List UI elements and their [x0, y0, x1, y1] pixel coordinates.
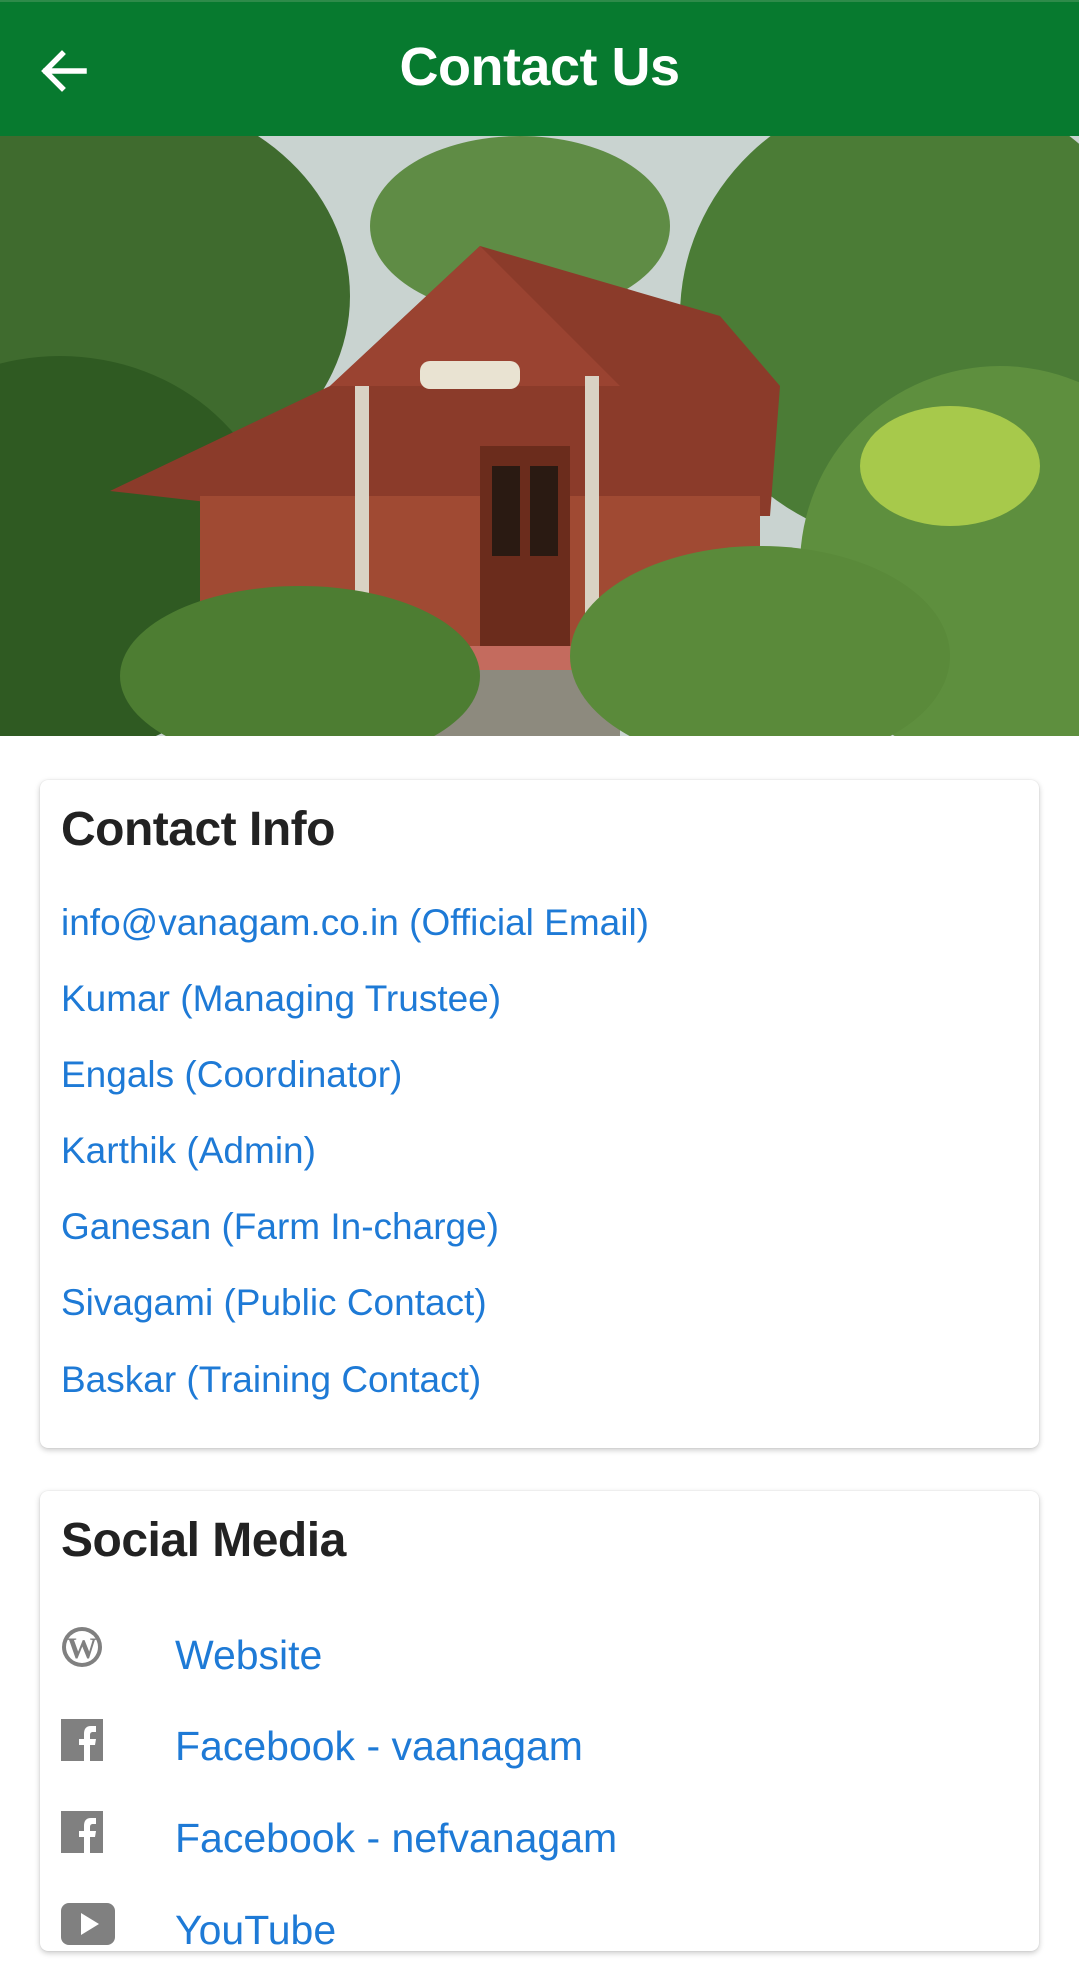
- app-bar: Contact Us: [0, 0, 1079, 136]
- contact-link[interactable]: Ganesan (Farm In-charge): [61, 1206, 499, 1248]
- contact-link[interactable]: Karthik (Admin): [61, 1130, 316, 1172]
- wordpress-icon: W: [62, 1627, 102, 1667]
- social-item-youtube[interactable]: YouTube: [61, 1903, 961, 1963]
- social-media-card: Social Media W Website Facebook - vaanag…: [40, 1491, 1039, 1953]
- social-item-website[interactable]: W Website: [61, 1626, 961, 1686]
- facebook-icon: [61, 1811, 103, 1853]
- contact-info-card: Contact Info info@vanagam.co.in (Officia…: [40, 780, 1039, 1448]
- youtube-icon: [61, 1903, 115, 1945]
- facebook-nefvanagam-link[interactable]: Facebook - nefvanagam: [175, 1815, 617, 1862]
- page-title: Contact Us: [399, 37, 680, 97]
- contact-link[interactable]: Baskar (Training Contact): [61, 1359, 481, 1401]
- contact-email-link[interactable]: info@vanagam.co.in (Official Email): [61, 902, 649, 944]
- contact-link[interactable]: Engals (Coordinator): [61, 1054, 402, 1096]
- social-item-facebook-nefvanagam[interactable]: Facebook - nefvanagam: [61, 1811, 961, 1871]
- contact-info-heading: Contact Info: [61, 803, 335, 856]
- contact-link[interactable]: Kumar (Managing Trustee): [61, 978, 501, 1020]
- cottage-photo: [0, 136, 1079, 736]
- website-link[interactable]: Website: [175, 1632, 322, 1679]
- facebook-vaanagam-link[interactable]: Facebook - vaanagam: [175, 1723, 583, 1770]
- social-media-heading: Social Media: [61, 1514, 346, 1567]
- hero-image: [0, 136, 1079, 736]
- contact-link[interactable]: Sivagami (Public Contact): [61, 1282, 487, 1324]
- youtube-link[interactable]: YouTube: [175, 1907, 336, 1954]
- svg-text:W: W: [67, 1632, 97, 1665]
- social-item-facebook-vaanagam[interactable]: Facebook - vaanagam: [61, 1719, 961, 1779]
- facebook-icon: [61, 1719, 103, 1761]
